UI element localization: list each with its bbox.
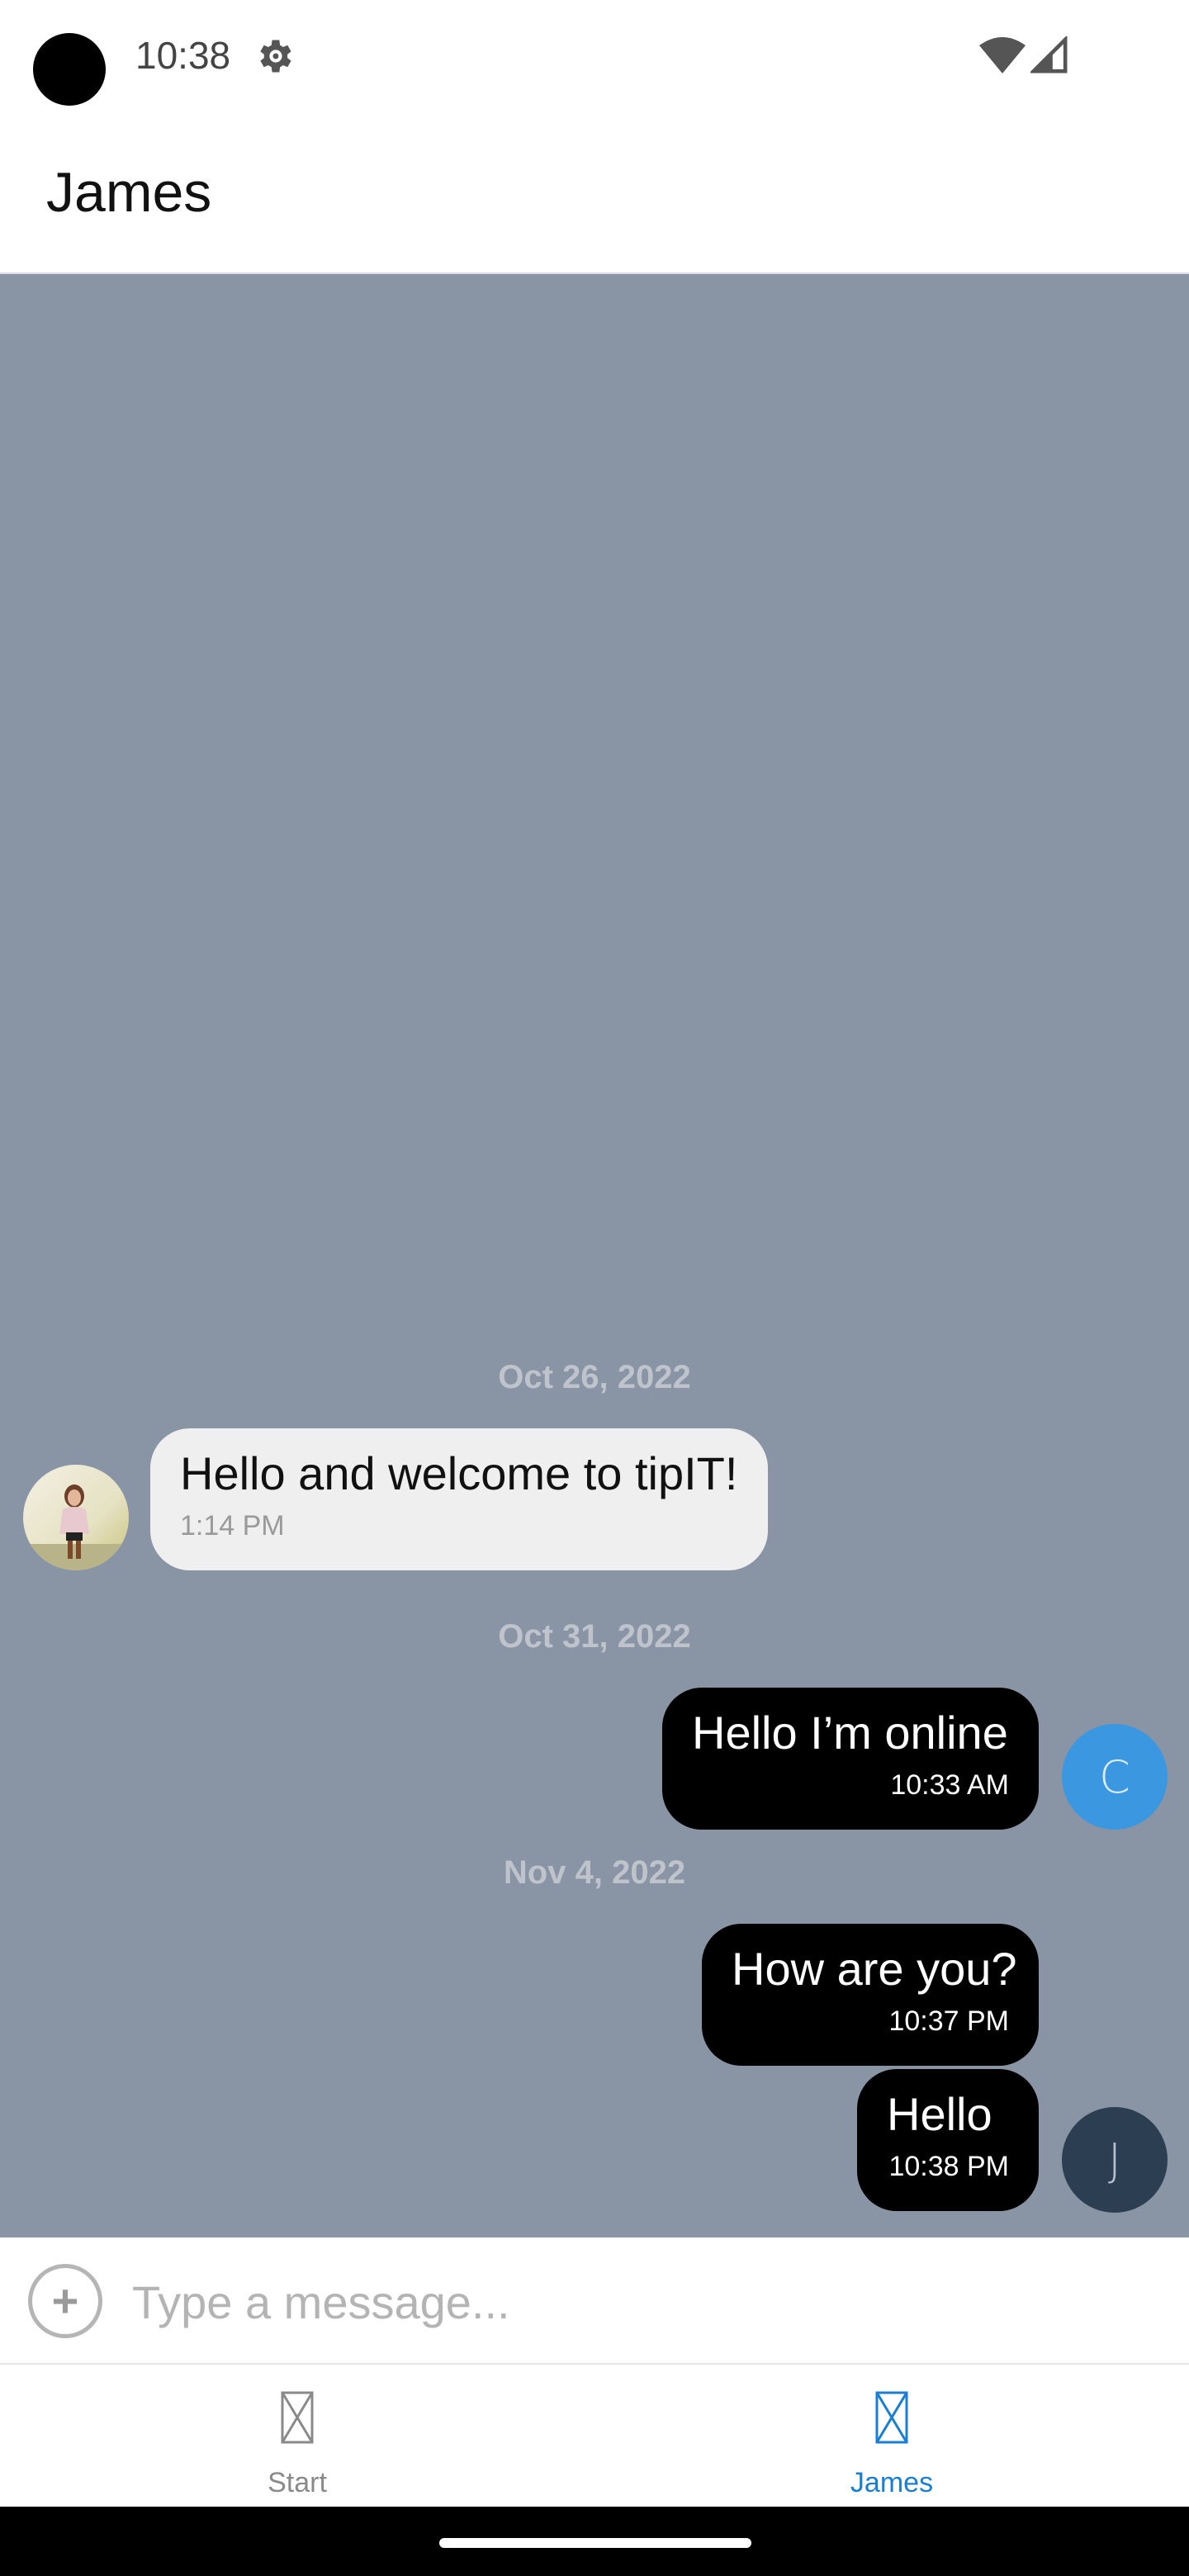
user-avatar[interactable]: C [1062,1724,1168,1830]
settings-icon [260,40,291,73]
status-bar: 10:38 [0,0,1189,116]
message-time: 10:38 PM [888,2151,1009,2182]
outgoing-message[interactable]: How are you? 10:37 PM [702,1924,1039,2066]
add-attachment-button[interactable]: + [28,2264,102,2338]
system-nav-bar [0,2507,1189,2576]
outgoing-message[interactable]: Hello 10:38 PM [857,2069,1039,2211]
camera-cutout [33,33,106,106]
tab-label: James [850,2467,934,2498]
date-separator: Nov 4, 2022 [503,1854,686,1891]
home-gesture-handle[interactable] [439,2538,751,2548]
tab-james[interactable]: James [594,2365,1189,2507]
avatar-initial: C [1099,1750,1130,1803]
avatar-photo [23,1465,129,1570]
tab-start[interactable]: Start [0,2365,594,2507]
message-input[interactable] [132,2262,1156,2342]
user-avatar[interactable]: J [1062,2107,1168,2213]
incoming-message[interactable]: Hello and welcome to tipIT! 1:14 PM [150,1428,768,1570]
message-text: How are you? [732,1943,1017,1995]
message-text: Hello [887,2088,992,2140]
message-list[interactable]: Oct 26, 2022 Hello and welcome to tipIT!… [0,274,1189,2237]
plus-icon: + [51,2275,79,2327]
wifi-icon [979,37,1026,73]
outgoing-message[interactable]: Hello I’m online 10:33 AM [662,1688,1039,1830]
message-text: Hello and welcome to tipIT! [180,1447,738,1499]
message-time: 10:37 PM [888,2005,1009,2037]
message-time: 1:14 PM [180,1510,285,1541]
page-title: James [46,161,212,224]
placeholder-icon [875,2391,908,2444]
date-separator: Oct 31, 2022 [498,1618,691,1655]
signal-icon [1030,36,1068,73]
message-composer: + [0,2237,1189,2365]
tab-label: Start [268,2467,327,2498]
bottom-tab-bar: Start James [0,2365,1189,2507]
avatar-initial: J [1108,2133,1121,2186]
date-separator: Oct 26, 2022 [498,1359,691,1395]
contact-avatar[interactable] [23,1465,129,1570]
message-time: 10:33 AM [890,1769,1009,1801]
placeholder-icon [281,2391,314,2444]
message-text: Hello I’m online [692,1707,1008,1759]
chat-header: James [0,116,1189,274]
status-time: 10:38 [135,34,231,77]
